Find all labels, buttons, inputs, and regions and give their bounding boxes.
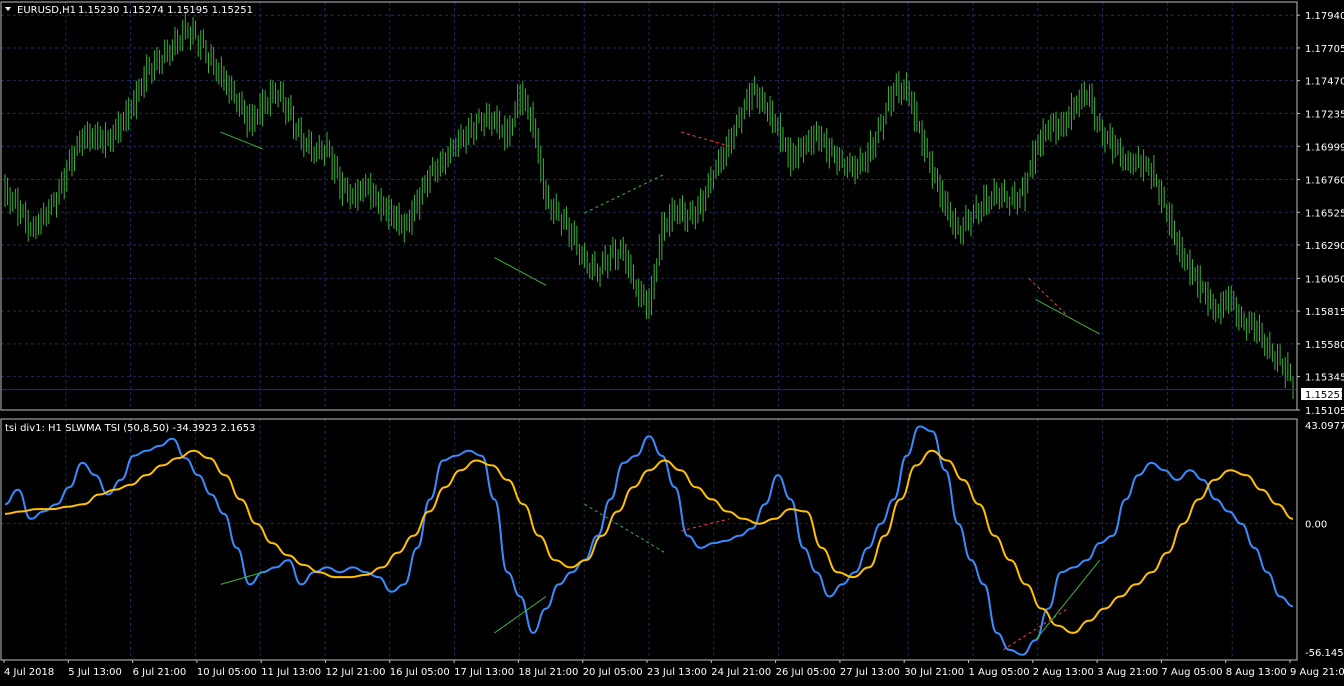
price-tick-label: 1.16525: [1305, 208, 1344, 219]
price-tick-label: 1.15580: [1305, 340, 1344, 351]
price-tick-label: 1.17705: [1305, 44, 1344, 55]
time-tick-label: 27 Jul 13:00: [840, 667, 900, 678]
time-tick-label: 24 Jul 21:00: [711, 667, 771, 678]
indicator-tick-label: 0.00: [1305, 520, 1327, 531]
time-tick-label: 23 Jul 13:00: [647, 667, 707, 678]
indicator-grid: [0, 419, 1298, 660]
time-tick-label: 6 Jul 21:00: [133, 667, 187, 678]
chart-canvas: 1.17940 1.17705 1.17470 1.17235 1.16999 1.167…: [0, 0, 1344, 682]
price-tick-label: 1.16999: [1305, 142, 1344, 153]
price-tick-label: 1.15815: [1305, 307, 1344, 318]
price-tick-label: 1.15345: [1305, 373, 1344, 384]
time-tick-label: 3 Aug 21:00: [1097, 667, 1158, 678]
time-tick-label: 30 Jul 21:00: [904, 667, 964, 678]
time-tick-label: 18 Jul 21:00: [518, 667, 578, 678]
time-tick-label: 9 Aug 21:00: [1290, 667, 1344, 678]
time-tick-label: 16 Jul 05:00: [390, 667, 450, 678]
time-tick-label: 26 Jul 05:00: [776, 667, 836, 678]
indicator-tick-label: 43.0977: [1305, 421, 1344, 432]
price-tick-label: 1.16290: [1305, 241, 1344, 252]
ohlc-label: 1.15230 1.15274 1.15195 1.15251: [78, 5, 253, 16]
time-tick-label: 2 Aug 13:00: [1033, 667, 1094, 678]
symbol-label: EURUSD,H1: [17, 5, 76, 16]
price-tick-label: 1.17940: [1305, 11, 1344, 22]
indicator-header: tsi div1: H1 SLWMA TSI (50,8,50) -34.392…: [5, 423, 256, 434]
chart-window: 1.17940 1.17705 1.17470 1.17235 1.16999 1.167…: [0, 0, 1344, 682]
time-tick-label: 10 Jul 05:00: [197, 667, 257, 678]
time-tick-label: 20 Jul 05:00: [583, 667, 643, 678]
time-tick-label: 7 Aug 05:00: [1161, 667, 1222, 678]
main-header[interactable]: EURUSD,H1 1.15230 1.15274 1.15195 1.1525…: [5, 5, 253, 16]
price-tick-label: 1.17235: [1305, 109, 1344, 120]
current-price-label: 1.15251: [1305, 390, 1344, 401]
price-tick-label: 1.16760: [1305, 176, 1344, 187]
price-tick-label: 1.16050: [1305, 274, 1344, 285]
time-tick-label: 8 Aug 13:00: [1226, 667, 1287, 678]
price-tick-label: 1.17470: [1305, 77, 1344, 88]
indicator-tick-label: -56.1459: [1305, 648, 1344, 659]
time-tick-label: 4 Jul 2018: [4, 667, 54, 678]
time-tick-label: 12 Jul 21:00: [326, 667, 386, 678]
time-tick-label: 1 Aug 05:00: [969, 667, 1030, 678]
time-tick-label: 11 Jul 13:00: [261, 667, 321, 678]
price-tick-label: 1.15105: [1305, 406, 1344, 417]
time-tick-label: 5 Jul 13:00: [68, 667, 122, 678]
time-tick-label: 17 Jul 13:00: [454, 667, 514, 678]
